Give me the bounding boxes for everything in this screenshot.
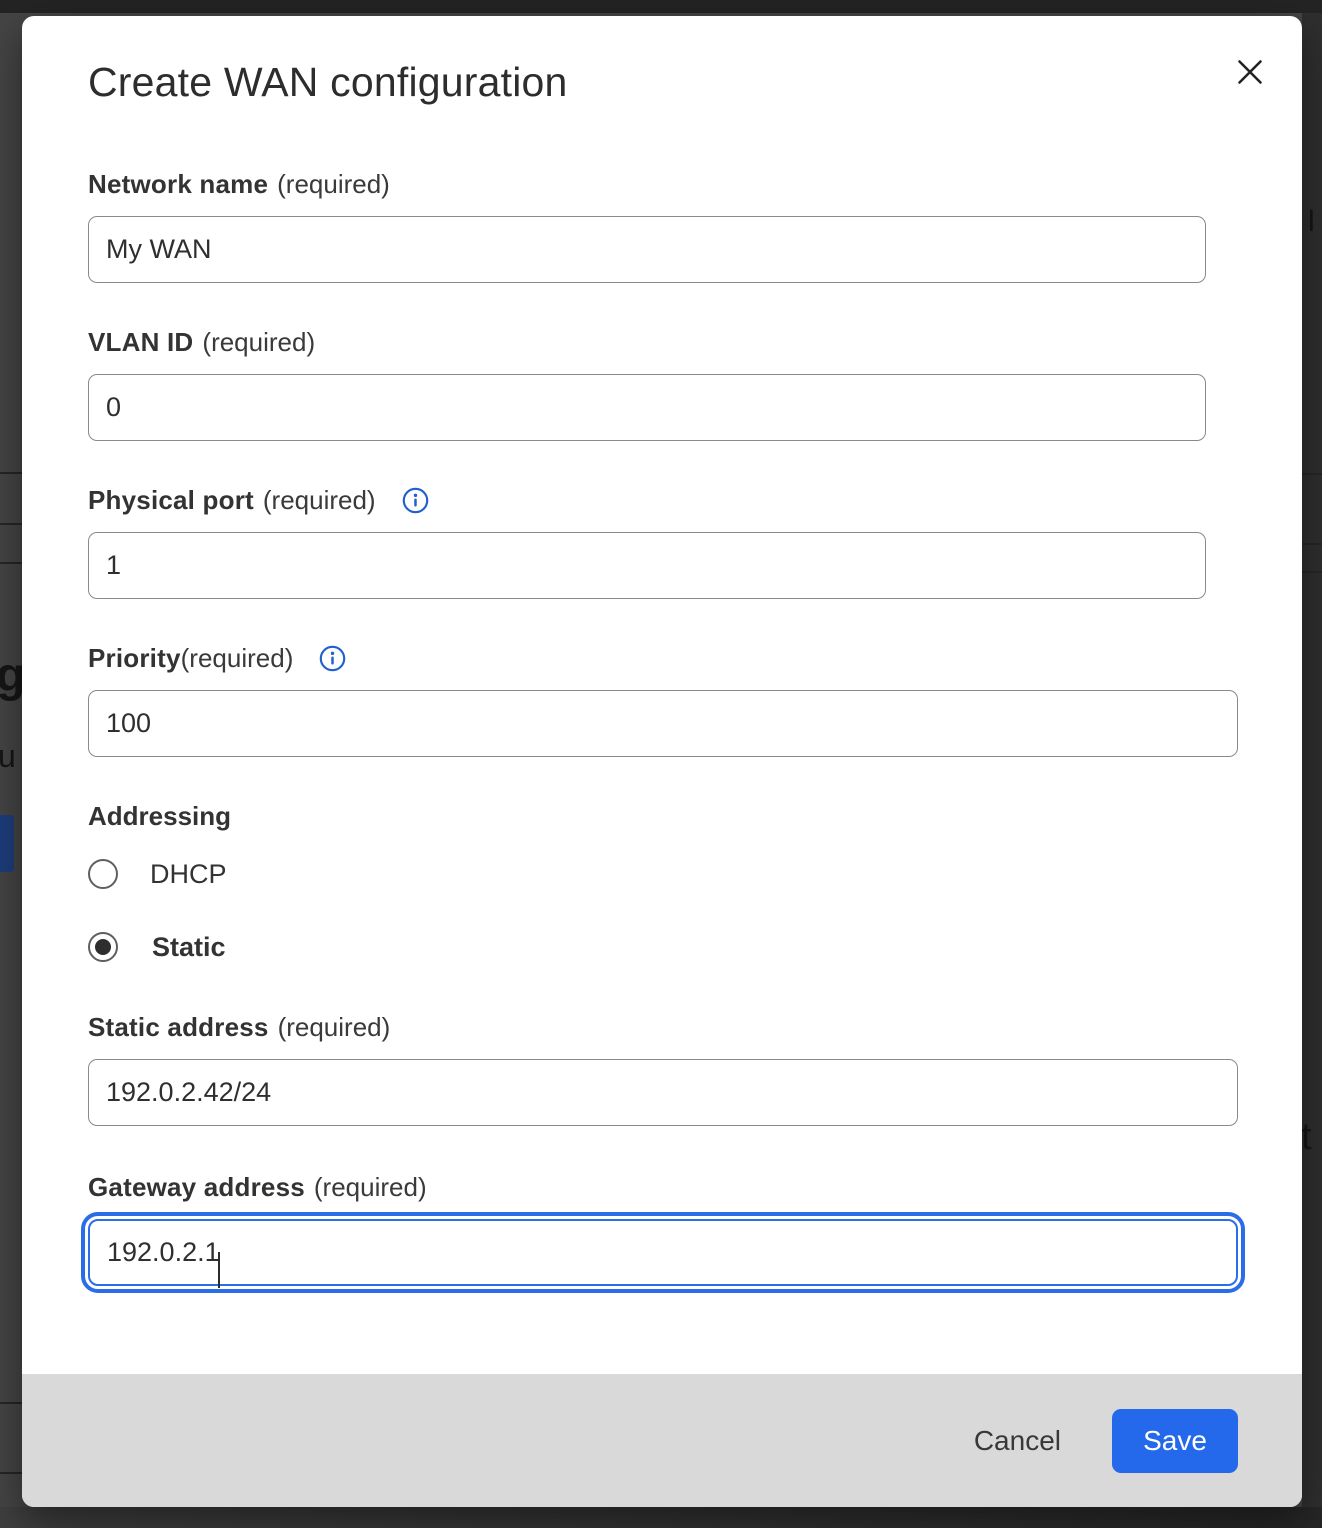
dimmed-button-fragment: [0, 815, 14, 872]
dimmed-text-fragment: l: [1308, 205, 1315, 239]
gateway-address-input[interactable]: [88, 1219, 1238, 1286]
network-name-label: Network name (required): [88, 168, 1262, 200]
save-button[interactable]: Save: [1112, 1409, 1238, 1473]
gateway-address-field: [88, 1219, 1238, 1286]
radio-option-label: Static: [152, 932, 226, 963]
radio-unselected-icon: [88, 859, 118, 889]
radio-option-static[interactable]: Static: [88, 932, 1262, 962]
network-name-input[interactable]: [88, 216, 1206, 283]
radio-option-label: DHCP: [150, 859, 227, 890]
background-row-divider: [0, 1472, 22, 1474]
background-row-divider: [0, 472, 22, 474]
priority-label: Priority (required): [88, 642, 1262, 674]
vlan-id-label: VLAN ID (required): [88, 326, 1262, 358]
radio-selected-icon: [88, 932, 118, 962]
info-icon[interactable]: [319, 645, 346, 672]
background-row-divider: [0, 523, 22, 525]
background-row-divider: [0, 562, 22, 564]
background-top-strip: [0, 0, 1322, 13]
physical-port-input[interactable]: [88, 532, 1206, 599]
vlan-id-input[interactable]: [88, 374, 1206, 441]
close-icon: [1232, 54, 1268, 90]
addressing-section-label: Addressing: [88, 800, 1262, 832]
info-icon[interactable]: [402, 487, 429, 514]
background-row-divider: [1302, 473, 1322, 475]
close-button[interactable]: [1230, 52, 1270, 92]
text-cursor: [218, 1252, 220, 1288]
cancel-button[interactable]: Cancel: [972, 1419, 1063, 1463]
dialog-title: Create WAN configuration: [88, 58, 1262, 106]
physical-port-label: Physical port (required): [88, 484, 1262, 516]
dialog-body: Create WAN configuration Network name (r…: [22, 16, 1302, 1374]
create-wan-configuration-dialog: Create WAN configuration Network name (r…: [22, 16, 1302, 1507]
dimmed-text-fragment: t: [1301, 1116, 1312, 1159]
radio-option-dhcp[interactable]: DHCP: [88, 859, 1262, 889]
static-address-label: Static address (required): [88, 1011, 1262, 1043]
gateway-address-label: Gateway address (required): [88, 1171, 1262, 1203]
dialog-footer: Cancel Save: [22, 1374, 1302, 1507]
static-address-input[interactable]: [88, 1059, 1238, 1126]
background-bottom-strip: [0, 1507, 1322, 1528]
background-row-divider: [1302, 571, 1322, 573]
priority-input[interactable]: [88, 690, 1238, 757]
background-row-divider: [0, 1402, 22, 1404]
background-row-divider: [1302, 543, 1322, 545]
dimmed-text-fragment: u: [0, 738, 16, 775]
